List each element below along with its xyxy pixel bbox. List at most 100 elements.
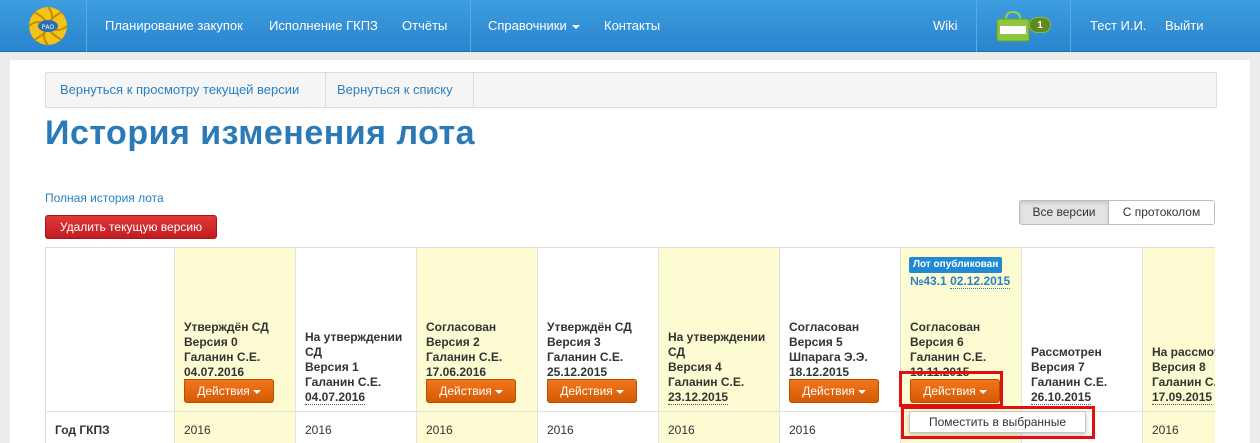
version-status: Согласован bbox=[426, 320, 497, 334]
header-cell bbox=[46, 248, 174, 412]
published-lot-number: №43.1 bbox=[910, 274, 947, 288]
nav-item-planning[interactable]: Планирование закупок bbox=[105, 0, 243, 52]
nav-divider bbox=[86, 0, 87, 52]
nav-item-execution[interactable]: Исполнение ГКПЗ bbox=[269, 0, 378, 52]
version-author: Галанин С.Е. bbox=[305, 375, 382, 389]
version-status: Утверждён СД bbox=[184, 320, 269, 334]
version-column: Согласован Версия 5 Шпарага Э.Э. 18.12.2… bbox=[780, 248, 901, 443]
nav-item-reports[interactable]: Отчёты bbox=[402, 0, 447, 52]
gkpz-year: 2016 bbox=[305, 423, 332, 437]
full-history-link[interactable]: Полная история лота bbox=[45, 191, 164, 205]
version-date: 23.12.2015 bbox=[668, 390, 729, 405]
version-status: Согласован bbox=[910, 320, 981, 334]
version-date: 17.09.2015 bbox=[1152, 390, 1213, 405]
version-date: 04.07.2016 bbox=[184, 365, 245, 380]
version-author: Галанин С.Е. bbox=[1031, 375, 1108, 389]
gkpz-year: 2016 bbox=[789, 423, 816, 437]
nav-item-references[interactable]: Справочники bbox=[488, 0, 580, 52]
filter-with-protocol-button[interactable]: С протоколом bbox=[1108, 200, 1215, 225]
version-number: Версия 3 bbox=[547, 335, 601, 349]
version-author: Галанин С.Е. bbox=[910, 350, 987, 364]
version-number: Версия 8 bbox=[1152, 360, 1206, 374]
actions-button-label: Действия bbox=[197, 384, 250, 398]
nav-divider bbox=[470, 0, 471, 52]
version-status: Рассмотрен bbox=[1031, 345, 1102, 359]
breadcrumb-divider bbox=[473, 73, 474, 107]
published-lot-date: 02.12.2015 bbox=[950, 274, 1011, 289]
version-status: Согласован bbox=[789, 320, 860, 334]
version-date-value: 23.12.2015 bbox=[668, 390, 729, 405]
version-date-value: 17.09.2015 bbox=[1152, 390, 1213, 405]
version-column: Утверждён СД Версия 0 Галанин С.Е. 04.07… bbox=[175, 248, 296, 443]
version-status: На утверждении СД bbox=[305, 330, 403, 359]
gkpz-year: 2016 bbox=[1152, 423, 1179, 437]
chevron-down-icon bbox=[978, 389, 987, 394]
version-number: Версия 2 bbox=[426, 335, 480, 349]
delete-version-button[interactable]: Удалить текущую версию bbox=[45, 215, 217, 239]
version-column: На утверждении СД Версия 1 Галанин С.Е. … bbox=[296, 248, 417, 443]
version-date-value: 18.12.2015 bbox=[789, 365, 850, 380]
nav-divider bbox=[1070, 0, 1071, 52]
actions-button[interactable]: Действия bbox=[910, 379, 1000, 403]
nav-item-references-label: Справочники bbox=[488, 18, 567, 33]
chevron-down-icon bbox=[857, 389, 866, 394]
nav-item-contacts[interactable]: Контакты bbox=[604, 0, 660, 52]
back-to-list-link[interactable]: Вернуться к списку bbox=[337, 73, 453, 107]
version-column: Утверждён СД Версия 3 Галанин С.Е. 25.12… bbox=[538, 248, 659, 443]
published-badge: Лот опубликован bbox=[909, 257, 1003, 273]
chevron-down-icon bbox=[615, 389, 624, 394]
actions-button[interactable]: Действия bbox=[184, 379, 274, 403]
logout-link[interactable]: Выйти bbox=[1165, 0, 1204, 52]
version-status: Утверждён СД bbox=[547, 320, 632, 334]
version-status: На рассмотрении bbox=[1152, 345, 1215, 359]
actions-button-label: Действия bbox=[560, 384, 613, 398]
add-to-favorites-menu-item[interactable]: Поместить в выбранные bbox=[909, 411, 1086, 433]
gkpz-year: 2016 bbox=[426, 423, 453, 437]
top-navbar: РАО Планирование закупок Исполнение ГКПЗ… bbox=[0, 0, 1260, 52]
company-logo-icon[interactable]: РАО bbox=[26, 4, 70, 48]
row-label-year: Год ГКПЗ bbox=[55, 423, 110, 437]
version-column: На рассмотрении Версия 8 Галанин С.Е. 17… bbox=[1143, 248, 1215, 443]
version-date: 26.10.2015 bbox=[1031, 390, 1092, 405]
version-date: 04.07.2016 bbox=[305, 390, 366, 405]
version-date: 13.11.2015 bbox=[910, 365, 970, 380]
version-date: 18.12.2015 bbox=[789, 365, 850, 380]
nav-item-wiki[interactable]: Wiki bbox=[933, 0, 958, 52]
version-author: Галанин С.Е. bbox=[1152, 375, 1215, 389]
version-number: Версия 1 bbox=[305, 360, 359, 374]
gkpz-year: 2016 bbox=[668, 423, 695, 437]
version-author: Галанин С.Е. bbox=[426, 350, 503, 364]
breadcrumb: Вернуться к просмотру текущей версии Вер… bbox=[45, 72, 1217, 108]
version-date-value: 04.07.2016 bbox=[305, 390, 366, 405]
version-number: Версия 7 bbox=[1031, 360, 1085, 374]
breadcrumb-divider bbox=[325, 73, 326, 107]
version-number: Версия 5 bbox=[789, 335, 843, 349]
row-label-column: Год ГКПЗ bbox=[46, 248, 175, 443]
version-author: Галанин С.Е. bbox=[184, 350, 261, 364]
version-author: Шпарага Э.Э. bbox=[789, 350, 868, 364]
published-lot-link[interactable]: №43.1 02.12.2015 bbox=[910, 274, 1011, 289]
chevron-down-icon bbox=[494, 389, 503, 394]
shopping-bag-icon[interactable] bbox=[996, 10, 1030, 42]
version-date: 17.06.2016 bbox=[426, 365, 487, 380]
version-number: Версия 0 bbox=[184, 335, 238, 349]
actions-button-label: Действия bbox=[923, 384, 976, 398]
actions-button[interactable]: Действия bbox=[789, 379, 879, 403]
nav-divider bbox=[976, 0, 977, 52]
actions-button-label: Действия bbox=[439, 384, 492, 398]
version-date-value: 26.10.2015 bbox=[1031, 390, 1092, 405]
version-author: Галанин С.Е. bbox=[668, 375, 745, 389]
back-to-current-version-link[interactable]: Вернуться к просмотру текущей версии bbox=[60, 73, 299, 107]
version-date-value: 13.11.2015 bbox=[910, 365, 970, 380]
version-date-value: 04.07.2016 bbox=[184, 365, 245, 380]
version-date: 25.12.2015 bbox=[547, 365, 608, 380]
user-name-link[interactable]: Тест И.И. bbox=[1090, 0, 1146, 52]
page-title: История изменения лота bbox=[45, 114, 476, 152]
version-status: На утверждении СД bbox=[668, 330, 766, 359]
version-date-value: 17.06.2016 bbox=[426, 365, 487, 380]
version-number: Версия 4 bbox=[668, 360, 722, 374]
actions-button[interactable]: Действия bbox=[426, 379, 516, 403]
version-date-value: 25.12.2015 bbox=[547, 365, 608, 380]
filter-all-versions-button[interactable]: Все версии bbox=[1019, 200, 1109, 225]
actions-button[interactable]: Действия bbox=[547, 379, 637, 403]
